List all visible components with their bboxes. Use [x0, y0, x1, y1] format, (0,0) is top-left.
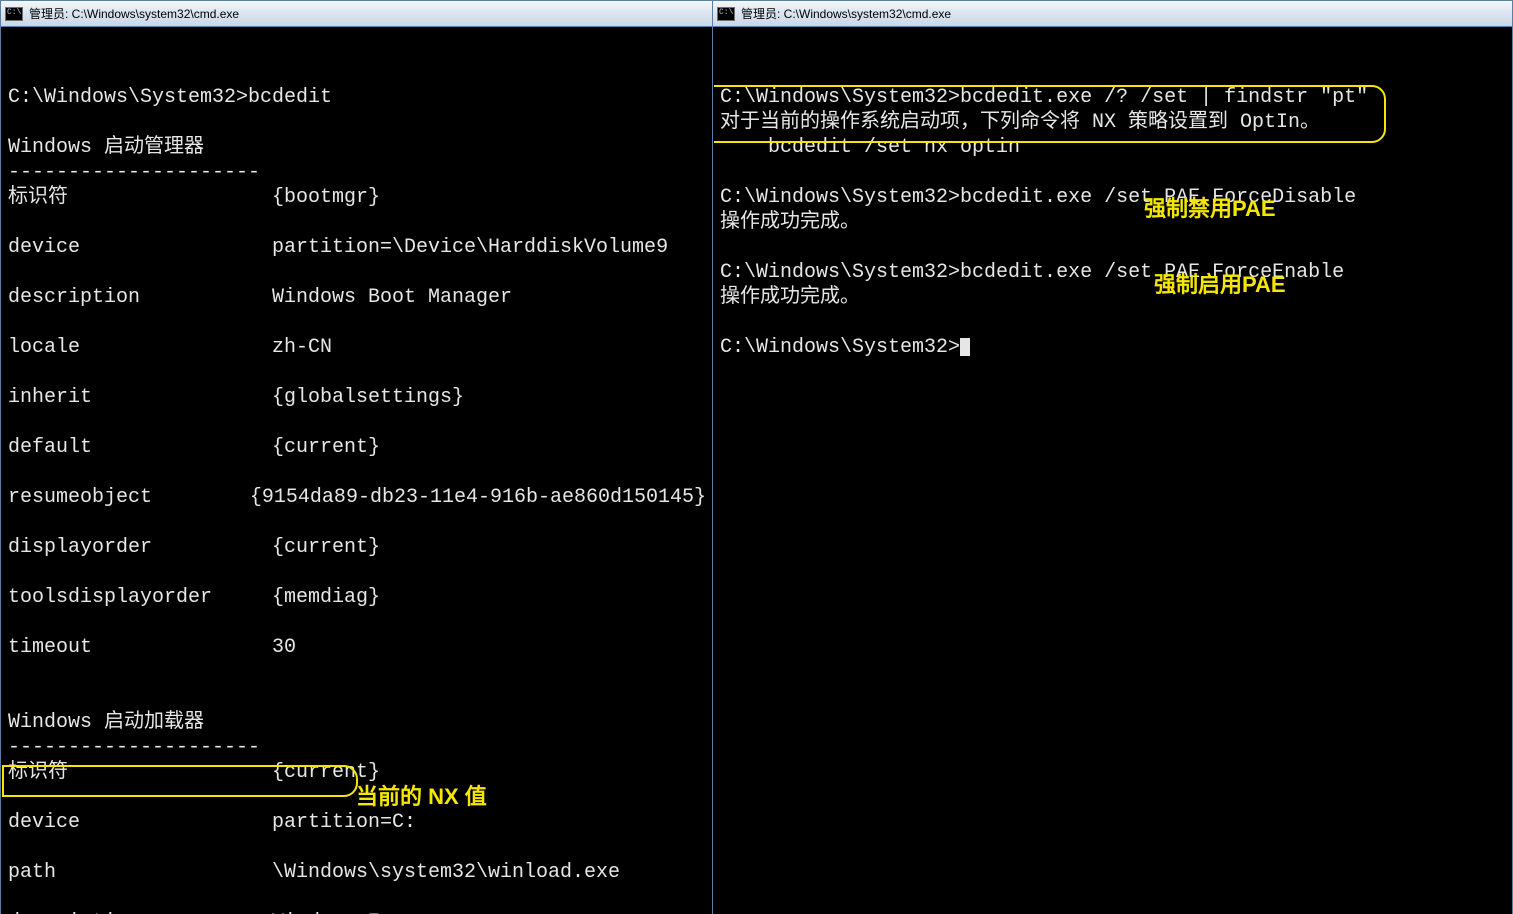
blank-line	[8, 61, 20, 84]
cmd-icon	[717, 7, 735, 21]
blank-line	[720, 161, 732, 184]
key: device	[8, 810, 272, 835]
cmd-findstr: bcdedit.exe /? /set | findstr "pt"	[960, 86, 1368, 109]
out-help-line1: 对于当前的操作系统启动项，下列命令将 NX 策略设置到 OptIn。	[720, 111, 1320, 134]
blank-line	[720, 236, 732, 259]
key: path	[8, 860, 272, 885]
val: {globalsettings}	[272, 385, 464, 410]
section-bootmgr-title: Windows 启动管理器	[8, 136, 204, 159]
val: partition=C:	[272, 810, 416, 835]
cmd-icon	[5, 7, 23, 21]
prompt: C:\Windows\System32>	[720, 86, 960, 109]
key: locale	[8, 335, 272, 360]
cmd-window-right: 管理员: C:\Windows\system32\cmd.exe C:\Wind…	[712, 0, 1513, 914]
val: zh-CN	[272, 335, 332, 360]
val: {memdiag}	[272, 585, 380, 610]
prompt: C:\Windows\System32>	[720, 336, 960, 359]
titlebar-right[interactable]: 管理员: C:\Windows\system32\cmd.exe	[713, 1, 1512, 27]
key: description	[8, 285, 272, 310]
key: 标识符	[8, 760, 272, 785]
titlebar-left[interactable]: 管理员: C:\Windows\system32\cmd.exe	[1, 1, 713, 27]
key: description	[8, 910, 272, 914]
section-dashes: ---------------------	[8, 161, 260, 184]
out-help-line2: bcdedit /set nx optin	[720, 136, 1020, 159]
cmd-window-left: 管理员: C:\Windows\system32\cmd.exe C:\Wind…	[0, 0, 714, 914]
val: {9154da89-db23-11e4-916b-ae860d150145}	[250, 485, 706, 510]
terminal-left-content: C:\Windows\System32>bcdedit Windows 启动管理…	[2, 27, 712, 914]
cmd-pae-enable: bcdedit.exe /set PAE ForceEnable	[960, 261, 1344, 284]
val: {current}	[272, 535, 380, 560]
key: inherit	[8, 385, 272, 410]
blank-line	[720, 61, 732, 84]
prompt: C:\Windows\System32>	[8, 86, 248, 109]
val: Windows 7	[272, 910, 380, 914]
cmd-pae-disable: bcdedit.exe /set PAE ForceDisable	[960, 186, 1356, 209]
key: 标识符	[8, 185, 272, 210]
val: {current}	[272, 435, 380, 460]
val: 30	[272, 635, 296, 660]
window-title-left: 管理员: C:\Windows\system32\cmd.exe	[29, 5, 239, 22]
key: device	[8, 235, 272, 260]
prompt: C:\Windows\System32>	[720, 261, 960, 284]
key: resumeobject	[8, 485, 250, 510]
val: {bootmgr}	[272, 185, 380, 210]
val: \Windows\system32\winload.exe	[272, 860, 620, 885]
window-title-right: 管理员: C:\Windows\system32\cmd.exe	[741, 5, 951, 22]
out-success-1: 操作成功完成。	[720, 211, 860, 234]
val: partition=\Device\HarddiskVolume9	[272, 235, 668, 260]
terminal-left[interactable]: C:\Windows\System32>bcdedit Windows 启动管理…	[2, 27, 712, 914]
blank-line	[8, 111, 20, 134]
cmd-bcdedit: bcdedit	[248, 86, 332, 109]
val: {current}	[272, 760, 380, 785]
blank-line	[720, 311, 732, 334]
terminal-right[interactable]: C:\Windows\System32>bcdedit.exe /? /set …	[714, 27, 1511, 914]
section-loader-title: Windows 启动加载器	[8, 711, 204, 734]
prompt: C:\Windows\System32>	[720, 186, 960, 209]
key: displayorder	[8, 535, 272, 560]
cursor-icon	[960, 338, 970, 356]
section-dashes: ---------------------	[8, 736, 260, 759]
terminal-right-content: C:\Windows\System32>bcdedit.exe /? /set …	[714, 27, 1511, 393]
key: toolsdisplayorder	[8, 585, 272, 610]
blank-line	[8, 686, 20, 709]
val: Windows Boot Manager	[272, 285, 512, 310]
out-success-2: 操作成功完成。	[720, 286, 860, 309]
key: default	[8, 435, 272, 460]
key: timeout	[8, 635, 272, 660]
